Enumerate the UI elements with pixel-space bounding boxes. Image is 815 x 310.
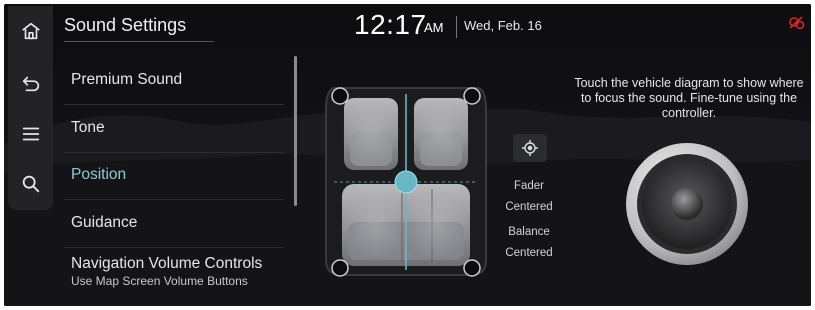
menu-item-label: Guidance	[71, 214, 138, 231]
speaker-marker-rear-left	[331, 259, 349, 277]
left-nav-rail	[8, 6, 53, 210]
balance-value: Centered	[505, 247, 553, 259]
menu-item-label: Premium Sound	[71, 71, 183, 88]
speaker-marker-front-right	[463, 87, 481, 105]
search-icon	[22, 175, 39, 193]
menu-scrollbar[interactable]	[294, 56, 297, 206]
home-button[interactable]	[8, 8, 53, 54]
connection-status-icon	[789, 16, 805, 30]
clock-ampm: AM	[424, 20, 444, 35]
position-instructions: Touch the vehicle diagram to show where …	[574, 76, 804, 120]
menu-item-label: Navigation Volume Controls	[71, 255, 263, 272]
menu-item-position[interactable]: Position	[64, 152, 284, 200]
balance-label: Balance	[508, 226, 550, 238]
vehicle-seat-diagram[interactable]	[316, 80, 496, 280]
crosshair-icon	[522, 140, 538, 156]
sound-focus-point	[394, 170, 418, 194]
speaker-marker-rear-right	[463, 259, 481, 277]
back-button[interactable]	[8, 60, 53, 106]
center-focus-button[interactable]	[513, 134, 547, 162]
clock-date: Wed, Feb. 16	[464, 18, 542, 33]
speaker-icon	[626, 143, 748, 265]
back-icon	[22, 76, 39, 92]
menu-item-premium-sound[interactable]: Premium Sound	[64, 57, 284, 105]
menu-button[interactable]	[8, 111, 53, 157]
menu-item-tone[interactable]: Tone	[64, 105, 284, 153]
speaker-marker-front-left	[331, 87, 349, 105]
home-icon	[21, 22, 40, 40]
menu-item-label: Tone	[71, 119, 105, 136]
menu-item-label: Position	[71, 166, 127, 183]
sound-settings-screen: Sound Settings 12:17 AM Wed, Feb. 16 Pre…	[4, 4, 811, 306]
fader-value: Centered	[505, 201, 553, 213]
menu-item-sublabel: Use Map Screen Volume Buttons	[71, 274, 248, 288]
menu-icon	[22, 127, 39, 141]
clock-time: 12:17	[354, 9, 427, 40]
menu-item-navigation-volume-controls[interactable]: Navigation Volume Controls Use Map Scree…	[64, 241, 284, 301]
title-divider	[64, 41, 214, 42]
search-button[interactable]	[8, 161, 53, 207]
clock-divider	[456, 16, 457, 38]
fader-label: Fader	[513, 180, 545, 192]
page-title: Sound Settings	[64, 15, 187, 35]
